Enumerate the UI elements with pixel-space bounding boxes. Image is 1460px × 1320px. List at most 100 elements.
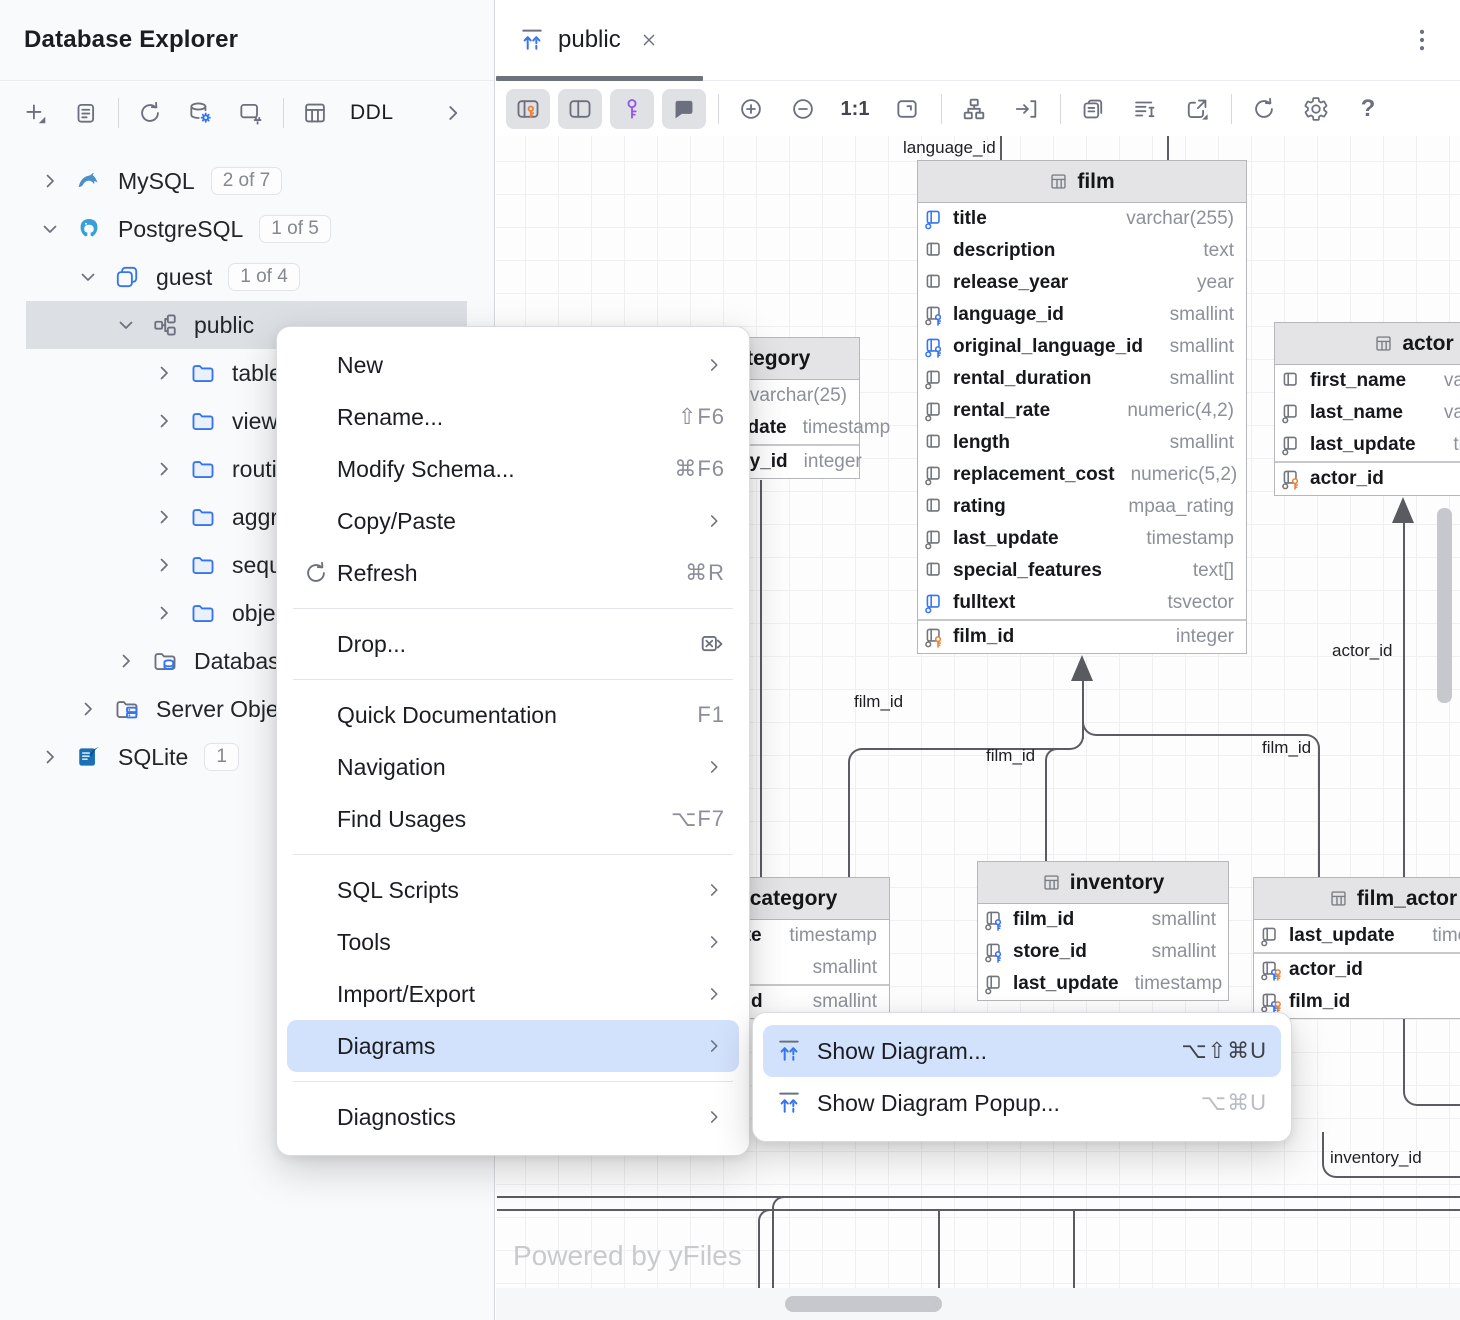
show-keys-icon[interactable] bbox=[610, 89, 654, 129]
menu-item-navigation[interactable]: Navigation bbox=[287, 741, 739, 793]
column-icon-pk bbox=[925, 627, 953, 648]
chevron-right-icon[interactable] bbox=[152, 601, 176, 625]
column-name: film_id bbox=[1013, 909, 1074, 931]
chevron-right-icon[interactable] bbox=[152, 409, 176, 433]
more-options-icon[interactable] bbox=[1408, 26, 1436, 54]
column-type: smallint bbox=[1154, 304, 1246, 326]
toolbar-divider bbox=[1231, 94, 1232, 124]
menu-item-tools[interactable]: Tools bbox=[287, 916, 739, 968]
actual-zoom-button[interactable]: 1:1 bbox=[833, 89, 877, 129]
column-type: year bbox=[1181, 272, 1246, 294]
table-node-actor[interactable]: actorfirst_namevarchar(45)last_namevarch… bbox=[1274, 322, 1460, 496]
key-columns-panel-icon[interactable] bbox=[506, 89, 550, 129]
table-node-film_actor[interactable]: film_actorlast_updatetimestampactor_idfi… bbox=[1253, 877, 1460, 1019]
menu-item-new[interactable]: New bbox=[287, 339, 739, 391]
two-columns-icon[interactable] bbox=[558, 89, 602, 129]
table-row: first_namevarchar(45) bbox=[1275, 365, 1460, 397]
table-view-icon[interactable] bbox=[294, 93, 336, 133]
chevron-right-icon[interactable] bbox=[152, 361, 176, 385]
table-header[interactable]: film bbox=[918, 161, 1246, 203]
duplicate-icon[interactable] bbox=[64, 93, 106, 133]
close-icon[interactable] bbox=[639, 30, 659, 50]
column-name: first_name bbox=[1310, 370, 1406, 392]
menu-item-diagnostics[interactable]: Diagnostics bbox=[287, 1091, 739, 1143]
table-row: descriptiontext bbox=[918, 235, 1246, 267]
detach-console-icon[interactable] bbox=[229, 93, 271, 133]
column-type: mpaa_rating bbox=[1112, 496, 1246, 518]
chevron-right-icon[interactable] bbox=[114, 649, 138, 673]
tree-item-label: MySQL bbox=[118, 168, 195, 195]
folder-icon bbox=[190, 456, 216, 482]
chevron-right-icon[interactable] bbox=[38, 169, 62, 193]
export-icon[interactable] bbox=[1175, 89, 1219, 129]
relationship-line bbox=[1318, 748, 1320, 877]
yfiles-watermark: Powered by yFiles bbox=[513, 1240, 742, 1272]
menu-item-import-export[interactable]: Import/Export bbox=[287, 968, 739, 1020]
column-icon-idx bbox=[925, 593, 953, 614]
menu-item-sql-scripts[interactable]: SQL Scripts bbox=[287, 864, 739, 916]
table-header[interactable]: actor bbox=[1275, 323, 1460, 365]
table-node-film[interactable]: filmtitlevarchar(255)descriptiontextrele… bbox=[917, 160, 1247, 654]
chevron-right-icon[interactable] bbox=[432, 93, 474, 133]
database-icon bbox=[114, 264, 140, 290]
chevron-right-icon[interactable] bbox=[38, 745, 62, 769]
refresh-icon[interactable] bbox=[1242, 89, 1286, 129]
tab-public[interactable]: public bbox=[496, 0, 683, 80]
menu-item-diagrams[interactable]: Diagrams bbox=[287, 1020, 739, 1072]
copy-diagram-icon[interactable] bbox=[1071, 89, 1115, 129]
column-icon-pkfk bbox=[1261, 960, 1289, 981]
chevron-down-icon[interactable] bbox=[38, 217, 62, 241]
menu-item-modify-schema[interactable]: Modify Schema...⌘F6 bbox=[287, 443, 739, 495]
help-button[interactable]: ? bbox=[1346, 89, 1390, 129]
chevron-right-icon[interactable] bbox=[152, 553, 176, 577]
table-header[interactable]: film_actor bbox=[1254, 878, 1460, 920]
table-header[interactable]: inventory bbox=[978, 862, 1228, 904]
vertical-scrollbar-thumb[interactable] bbox=[1437, 508, 1452, 703]
auto-layout-icon[interactable] bbox=[952, 89, 996, 129]
chevron-down-icon[interactable] bbox=[114, 313, 138, 337]
column-icon-nn bbox=[925, 529, 953, 550]
zoom-out-icon[interactable] bbox=[781, 89, 825, 129]
menu-item-copy-paste[interactable]: Copy/Paste bbox=[287, 495, 739, 547]
table-row: replacement_costnumeric(5,2) bbox=[918, 459, 1246, 491]
actual-size-icon[interactable] bbox=[885, 89, 929, 129]
table-node-inventory[interactable]: inventoryfilm_idsmallintstore_idsmallint… bbox=[977, 861, 1229, 1001]
horizontal-scrollbar-thumb[interactable] bbox=[785, 1296, 942, 1312]
menu-item-quick-documentation[interactable]: Quick DocumentationF1 bbox=[287, 689, 739, 741]
submenu-arrow-icon bbox=[703, 354, 725, 376]
menu-item-rename[interactable]: Rename...⇧F6 bbox=[287, 391, 739, 443]
menu-item-show-diagram[interactable]: Show Diagram...⌥⇧⌘U bbox=[763, 1025, 1281, 1077]
menu-item-find-usages[interactable]: Find Usages⌥F7 bbox=[287, 793, 739, 845]
chevron-down-icon[interactable] bbox=[76, 265, 100, 289]
comments-icon[interactable] bbox=[662, 89, 706, 129]
tree-item-guest[interactable]: guest1 of 4 bbox=[0, 253, 494, 301]
tree-item-postgresql[interactable]: PostgreSQL1 of 5 bbox=[0, 205, 494, 253]
column-name: original_language_id bbox=[953, 336, 1143, 358]
menu-item-icon-slot bbox=[303, 806, 337, 832]
zoom-in-icon[interactable] bbox=[729, 89, 773, 129]
move-into-icon[interactable] bbox=[1004, 89, 1048, 129]
folder-icon bbox=[190, 360, 216, 386]
column-type: integer bbox=[788, 451, 874, 473]
chevron-right-icon[interactable] bbox=[152, 457, 176, 481]
submenu-arrow-icon bbox=[703, 931, 725, 953]
table-row: store_idsmallint bbox=[978, 936, 1228, 968]
refresh-icon[interactable] bbox=[129, 93, 171, 133]
menu-item-show-diagram-popup[interactable]: Show Diagram Popup...⌥⌘U bbox=[763, 1077, 1281, 1129]
menu-item-refresh[interactable]: Refresh⌘R bbox=[287, 547, 739, 599]
chevron-right-icon[interactable] bbox=[152, 505, 176, 529]
menu-item-label: Drop... bbox=[337, 631, 406, 658]
table-title: inventory bbox=[1070, 871, 1165, 895]
add-icon[interactable] bbox=[14, 93, 56, 133]
settings-icon[interactable] bbox=[1294, 89, 1338, 129]
menu-shortcut: ⇧F6 bbox=[678, 404, 725, 430]
tree-item-mysql[interactable]: MySQL2 of 7 bbox=[0, 157, 494, 205]
horizontal-scrollbar[interactable] bbox=[496, 1288, 1460, 1320]
menu-item-drop[interactable]: Drop... bbox=[287, 618, 739, 670]
ddl-button[interactable]: DDL bbox=[350, 101, 394, 125]
chevron-right-icon[interactable] bbox=[76, 697, 100, 721]
menu-item-label: Modify Schema... bbox=[337, 456, 515, 483]
data-source-settings-icon[interactable] bbox=[179, 93, 221, 133]
table-title: film_actor bbox=[1357, 887, 1457, 911]
text-settings-icon[interactable] bbox=[1123, 89, 1167, 129]
